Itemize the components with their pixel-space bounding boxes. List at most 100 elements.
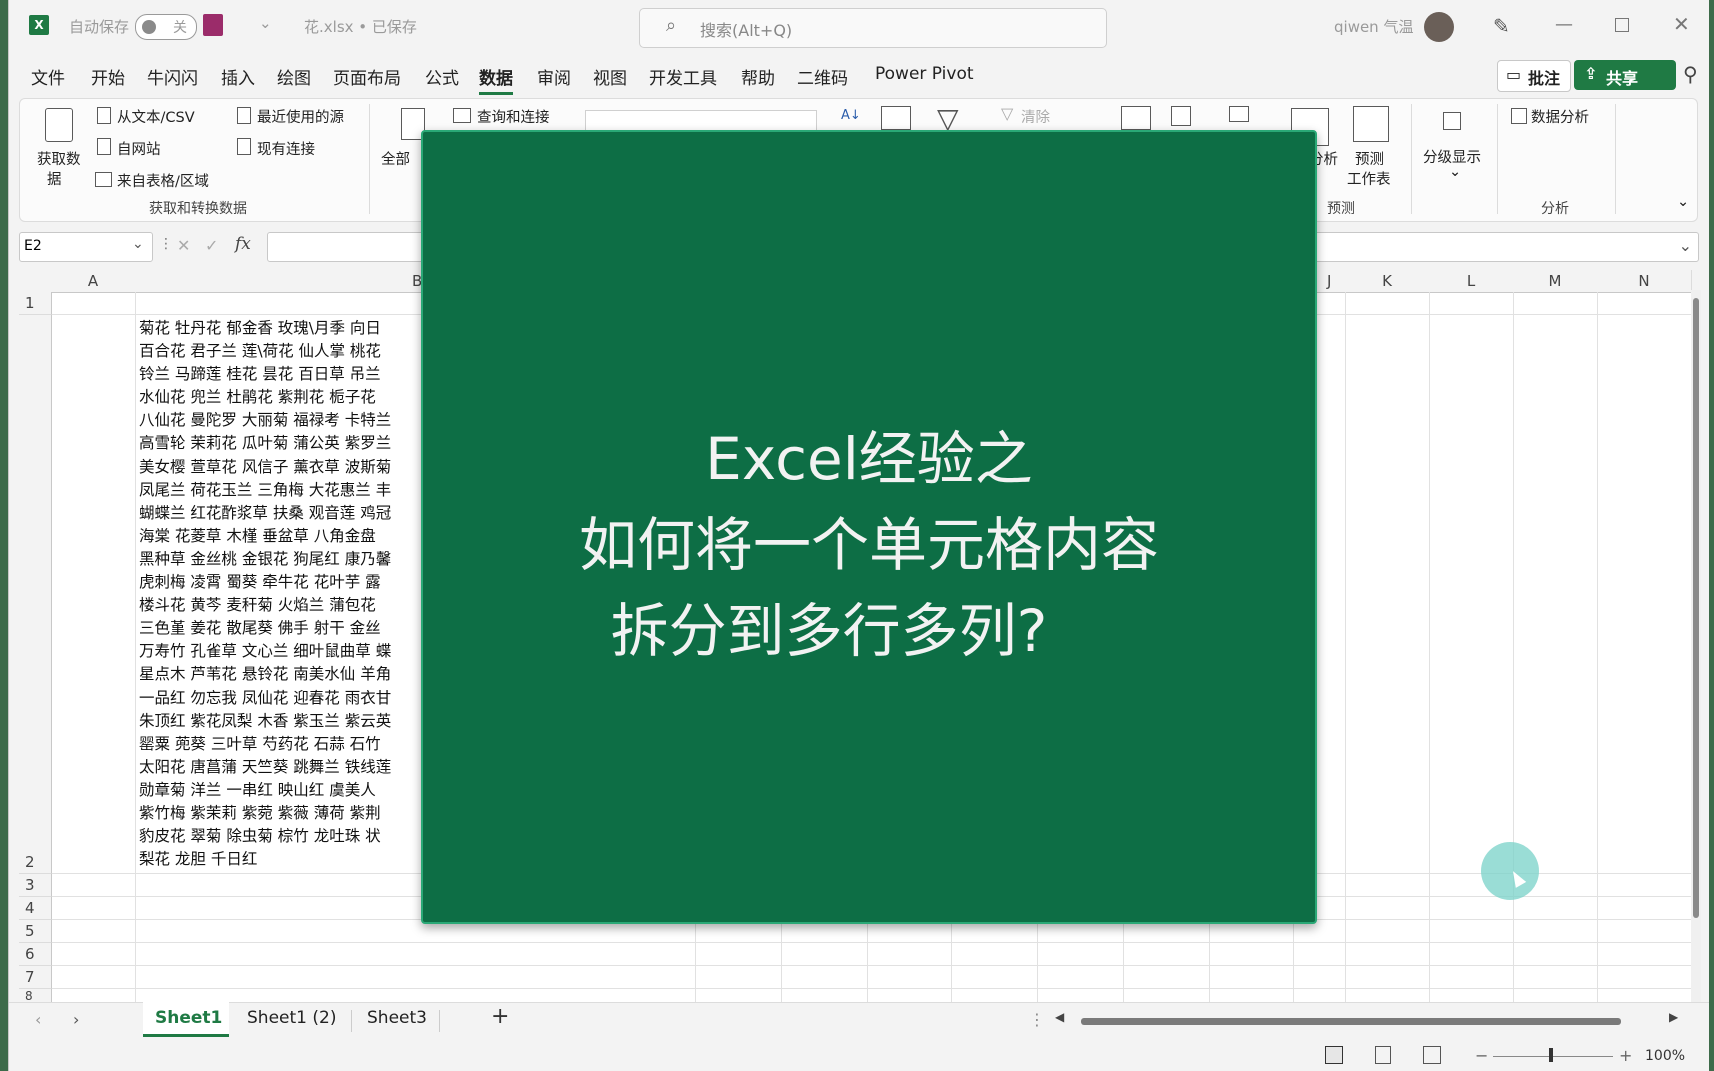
queries-connections-button[interactable]: 查询和连接 xyxy=(477,106,550,127)
maximize-icon[interactable] xyxy=(1615,18,1629,32)
search-box[interactable]: ⌕ 搜索(Alt+Q) xyxy=(639,8,1107,48)
from-table-button[interactable]: 来自表格/区域 xyxy=(117,170,209,191)
recent-sources-button[interactable]: 最近使用的源 xyxy=(257,106,344,127)
vertical-scrollbar[interactable] xyxy=(1691,290,1701,1002)
sheet-tab-sheet3[interactable]: Sheet3 xyxy=(367,1008,427,1028)
sheet-tab-sheet1-2[interactable]: Sheet1 (2) xyxy=(247,1008,336,1028)
tab-developer[interactable]: 开发工具 xyxy=(649,64,717,89)
group-analysis-label: 分析 xyxy=(1541,201,1569,217)
tab-data[interactable]: 数据 xyxy=(479,64,513,89)
horizontal-scroll-thumb[interactable] xyxy=(1081,1018,1621,1025)
avatar[interactable] xyxy=(1424,12,1454,42)
row-header-8[interactable]: 8 xyxy=(19,989,52,1003)
cancel-icon[interactable]: ✕ xyxy=(177,236,190,255)
refresh-all-button[interactable]: 全部 xyxy=(381,148,410,169)
text-file-icon xyxy=(97,107,111,124)
row-header-6[interactable]: 6 xyxy=(19,943,52,966)
cell-b2-line: 万寿竹 孔雀草 文心兰 细叶鼠曲草 蝶 xyxy=(139,642,392,661)
tab-draw[interactable]: 绘图 xyxy=(277,64,311,89)
minimize-icon[interactable]: — xyxy=(1555,14,1573,35)
cell-b2[interactable]: 菊花 牡丹花 郁金香 玫瑰\月季 向日 百合花 君子兰 莲\荷花 仙人掌 桃花 铃兰… xyxy=(139,317,391,871)
sort-icon[interactable] xyxy=(881,106,911,130)
tab-insert[interactable]: 插入 xyxy=(221,64,255,89)
data-analysis-button[interactable]: 数据分析 xyxy=(1531,106,1589,127)
select-all-button[interactable] xyxy=(19,270,52,293)
scroll-right-icon[interactable]: ▶ xyxy=(1669,1010,1678,1024)
from-web-button[interactable]: 自网站 xyxy=(117,138,161,159)
data-tools-icon[interactable] xyxy=(1229,106,1249,122)
save-icon[interactable] xyxy=(203,14,223,36)
tab-niushanshan[interactable]: 牛闪闪 xyxy=(147,64,198,89)
outline-icon[interactable] xyxy=(1443,112,1461,130)
expand-formula-icon[interactable]: ⌄ xyxy=(1679,236,1692,255)
zoom-slider[interactable] xyxy=(1493,1056,1613,1057)
ribbon-collapse-icon[interactable]: ⌄ xyxy=(1677,194,1689,210)
user-name[interactable]: qiwen 气温 xyxy=(1334,16,1413,37)
database-icon[interactable] xyxy=(45,108,73,142)
column-header-a[interactable]: A xyxy=(51,270,136,293)
comments-button[interactable]: ▭ 批注 xyxy=(1497,60,1571,92)
tab-qrcode[interactable]: 二维码 xyxy=(797,64,848,89)
tab-home[interactable]: 开始 xyxy=(91,64,125,89)
row-header-7[interactable]: 7 xyxy=(19,966,52,989)
row-header-2[interactable]: 2 xyxy=(19,315,52,874)
zoom-level[interactable]: 100% xyxy=(1645,1048,1685,1064)
tab-review[interactable]: 审阅 xyxy=(537,64,571,89)
vertical-scroll-thumb[interactable] xyxy=(1693,298,1699,918)
file-name[interactable]: 花.xlsx • 已保存 xyxy=(304,16,417,37)
get-data-label-2[interactable]: 据 xyxy=(47,168,62,189)
pen-icon[interactable]: ✎ xyxy=(1493,14,1510,38)
grid-line xyxy=(51,942,1691,943)
sheet-tab-sheet1[interactable]: Sheet1 xyxy=(155,1008,222,1028)
clear-button[interactable]: 清除 xyxy=(1021,106,1050,127)
text-to-columns-icon[interactable] xyxy=(1121,106,1151,130)
tab-page-layout[interactable]: 页面布局 xyxy=(333,64,401,89)
forecast-sheet-label-1[interactable]: 预测 xyxy=(1355,148,1384,169)
sort-az-icon[interactable]: A↓ xyxy=(841,108,861,123)
tab-help[interactable]: 帮助 xyxy=(741,64,775,89)
column-header-l[interactable]: L xyxy=(1429,270,1514,293)
normal-view-icon[interactable] xyxy=(1325,1046,1343,1064)
add-sheet-button[interactable]: + xyxy=(491,1004,509,1029)
more-icon[interactable]: ⋮ xyxy=(159,236,173,252)
flash-fill-icon[interactable] xyxy=(1171,106,1191,126)
share-button[interactable]: ⇪ 共享 xyxy=(1574,60,1676,90)
tab-formulas[interactable]: 公式 xyxy=(425,64,459,89)
tab-split-handle[interactable]: ⋮ xyxy=(1029,1010,1045,1029)
tab-power-pivot[interactable]: Power Pivot xyxy=(875,64,974,84)
row-header-5[interactable]: 5 xyxy=(19,920,52,943)
close-icon[interactable]: ✕ xyxy=(1673,12,1690,36)
overlay-line-3: 拆分到多行多列? xyxy=(610,597,1048,665)
row-header-1[interactable]: 1 xyxy=(19,292,52,315)
customize-qat-icon[interactable]: ⌄ xyxy=(259,14,272,32)
insert-function-icon[interactable]: fx xyxy=(235,234,251,254)
forecast-sheet-icon[interactable] xyxy=(1353,106,1389,142)
row-header-3[interactable]: 3 xyxy=(19,874,52,897)
outline-chevron-icon[interactable]: ⌄ xyxy=(1449,164,1461,180)
forecast-sheet-label-2[interactable]: 工作表 xyxy=(1347,168,1391,189)
prev-sheet-icon[interactable]: ‹ xyxy=(35,1010,41,1029)
next-sheet-icon[interactable]: › xyxy=(73,1010,79,1029)
zoom-slider-handle[interactable] xyxy=(1549,1048,1553,1062)
name-box[interactable]: E2 ⌄ xyxy=(19,232,153,262)
column-header-n[interactable]: N xyxy=(1597,270,1692,293)
existing-connections-button[interactable]: 现有连接 xyxy=(257,138,315,159)
column-header-m[interactable]: M xyxy=(1513,270,1598,293)
page-layout-view-icon[interactable] xyxy=(1375,1046,1391,1064)
collab-icon[interactable]: ⚲ xyxy=(1683,62,1698,86)
enter-icon[interactable]: ✓ xyxy=(205,236,218,255)
cell-b2-line: 豹皮花 翠菊 除虫菊 棕竹 龙吐珠 状 xyxy=(139,827,381,846)
row-header-6-label: 6 xyxy=(25,945,35,963)
zoom-in-icon[interactable]: + xyxy=(1619,1046,1632,1065)
tab-file[interactable]: 文件 xyxy=(31,64,65,89)
scroll-left-icon[interactable]: ◀ xyxy=(1055,1010,1064,1024)
horizontal-scrollbar[interactable] xyxy=(1069,1016,1651,1026)
row-header-4[interactable]: 4 xyxy=(19,897,52,920)
column-header-k[interactable]: K xyxy=(1345,270,1430,293)
get-data-label[interactable]: 获取数 xyxy=(37,148,81,169)
page-break-view-icon[interactable] xyxy=(1423,1046,1441,1064)
zoom-out-icon[interactable]: − xyxy=(1475,1046,1488,1065)
tab-view[interactable]: 视图 xyxy=(593,64,627,89)
autosave-toggle[interactable]: 关 xyxy=(135,14,197,40)
from-text-csv-button[interactable]: 从文本/CSV xyxy=(117,106,195,127)
